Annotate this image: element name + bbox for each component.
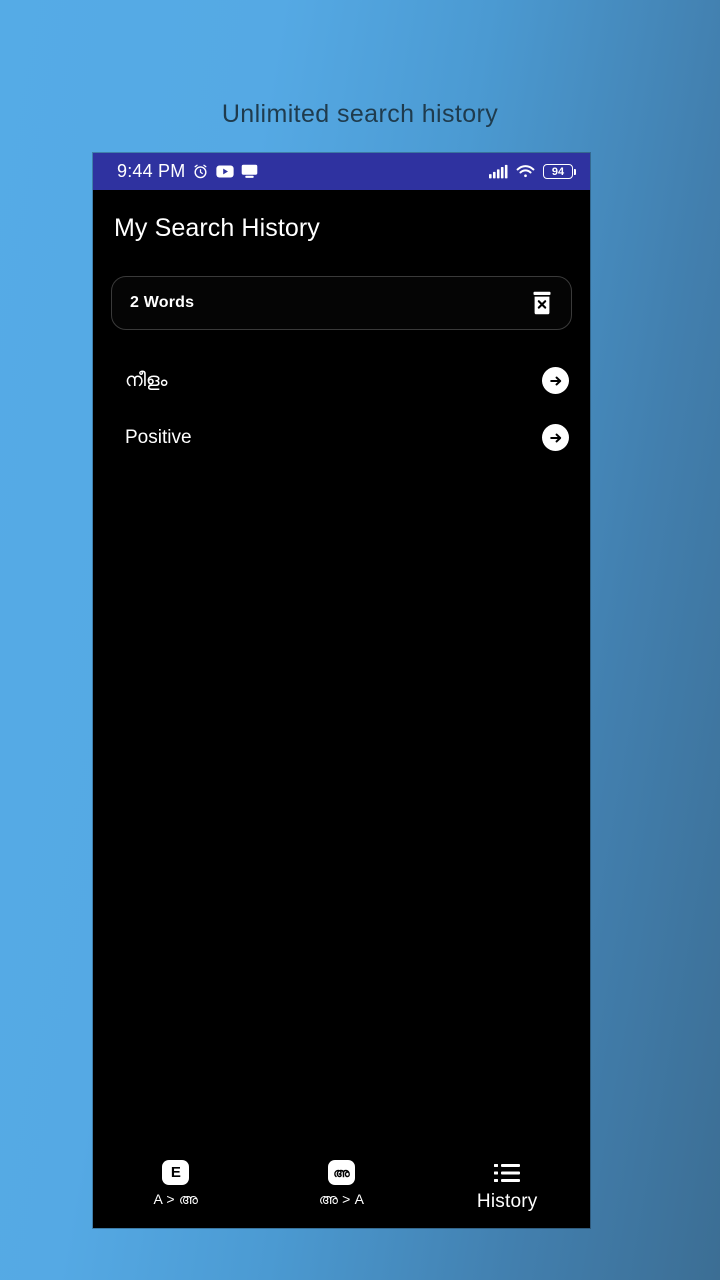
bottom-navigation: E A > അ അ അ > A History — [93, 1150, 590, 1228]
battery-level: 94 — [551, 165, 565, 178]
history-summary-card: 2 Words — [111, 276, 572, 330]
status-time: 9:44 PM — [117, 161, 186, 181]
tab-english-to-malayalam[interactable]: E A > അ — [93, 1160, 259, 1208]
english-to-malayalam-icon: E — [162, 1160, 190, 1185]
arrow-right-icon — [549, 431, 563, 445]
history-list-item[interactable]: Positive — [93, 409, 590, 466]
word-count-label: 2 Words — [130, 294, 195, 311]
battery-icon: 94 — [543, 164, 576, 179]
history-list-item[interactable]: നീളം — [93, 352, 590, 409]
phone-screen: 9:44 PM 94 My Search History 2 Words നീള… — [93, 153, 590, 1228]
history-list: നീളം Positive — [93, 352, 590, 466]
malayalam-to-english-icon: അ — [328, 1160, 355, 1185]
clear-history-button[interactable] — [529, 290, 555, 316]
cast-icon — [241, 164, 258, 179]
history-word: Positive — [125, 426, 192, 448]
status-bar-right: 94 — [489, 164, 576, 179]
trash-delete-icon — [531, 291, 553, 315]
tab-label: അ > A — [318, 1191, 365, 1207]
tab-label: A > അ — [153, 1191, 199, 1207]
signal-icon — [489, 164, 508, 179]
alarm-icon — [192, 163, 209, 180]
history-word: നീളം — [125, 369, 168, 391]
tab-malayalam-to-english[interactable]: അ അ > A — [259, 1160, 425, 1208]
promo-caption: Unlimited search history — [221, 100, 499, 128]
wifi-icon — [516, 164, 535, 179]
status-bar-left: 9:44 PM — [117, 161, 489, 182]
list-icon — [494, 1160, 521, 1185]
open-word-button[interactable] — [542, 367, 569, 394]
youtube-icon — [216, 165, 235, 178]
status-bar: 9:44 PM 94 — [93, 153, 590, 190]
open-word-button[interactable] — [542, 424, 569, 451]
app-content: My Search History 2 Words നീളം Positive … — [93, 190, 590, 1228]
page-title: My Search History — [114, 214, 320, 242]
tab-label: History — [476, 1191, 538, 1212]
arrow-right-icon — [549, 374, 563, 388]
tab-history[interactable]: History — [424, 1160, 590, 1213]
